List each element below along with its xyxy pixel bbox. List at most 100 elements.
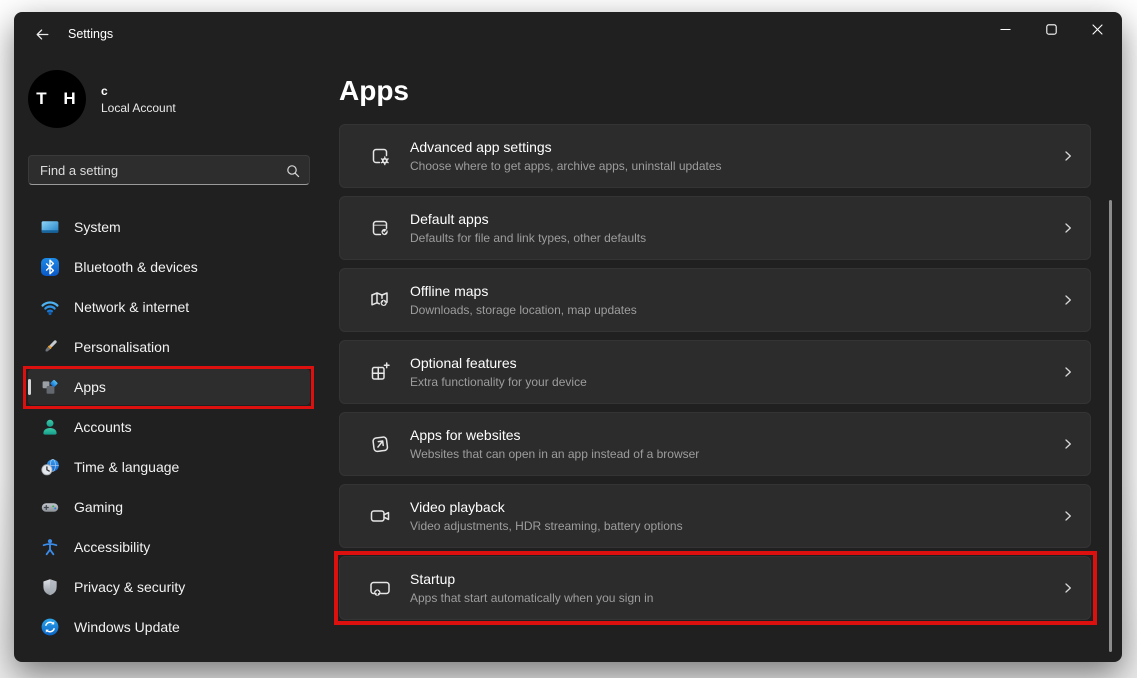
- sidebar: T H c Local Account System: [14, 56, 339, 662]
- offline-maps-icon: [368, 288, 392, 312]
- video-playback-icon: [368, 504, 392, 528]
- settings-card-list: Advanced app settings Choose where to ge…: [339, 124, 1091, 620]
- chevron-right-icon: [1062, 582, 1074, 594]
- card-description: Downloads, storage location, map updates: [410, 303, 637, 317]
- sidebar-item-label: Network & internet: [74, 299, 190, 315]
- page-title: Apps: [339, 75, 409, 106]
- card-offline-maps[interactable]: Offline maps Downloads, storage location…: [339, 268, 1091, 332]
- user-meta: c Local Account: [101, 84, 176, 115]
- card-description: Defaults for file and link types, other …: [410, 231, 647, 245]
- avatar: T H: [28, 70, 86, 128]
- sidebar-item-windows-update[interactable]: Windows Update: [28, 609, 310, 645]
- default-apps-icon: [368, 216, 392, 240]
- titlebar: Settings: [14, 12, 1122, 56]
- close-button[interactable]: [1074, 12, 1120, 46]
- time-language-icon: [40, 457, 60, 477]
- network-internet-icon: [40, 297, 60, 317]
- selected-indicator: [28, 379, 31, 395]
- card-description: Video adjustments, HDR streaming, batter…: [410, 519, 683, 533]
- search-box: [28, 155, 310, 185]
- sidebar-item-system[interactable]: System: [28, 209, 310, 245]
- window-content: T H c Local Account System: [14, 56, 1122, 662]
- sidebar-item-network-internet[interactable]: Network & internet: [28, 289, 310, 325]
- sidebar-item-label: Accessibility: [74, 539, 151, 555]
- close-icon: [1091, 23, 1103, 35]
- card-text: Offline maps Downloads, storage location…: [410, 283, 1044, 317]
- main-panel: Apps Advanced app settings Choose where …: [339, 56, 1122, 662]
- user-profile[interactable]: T H c Local Account: [28, 70, 310, 128]
- minimize-button[interactable]: [982, 12, 1028, 46]
- sidebar-item-label: System: [74, 219, 121, 235]
- card-description: Choose where to get apps, archive apps, …: [410, 159, 722, 173]
- sidebar-item-label: Bluetooth & devices: [74, 259, 198, 275]
- card-apps-for-websites[interactable]: Apps for websites Websites that can open…: [339, 412, 1091, 476]
- privacy-security-icon: [40, 577, 60, 597]
- search-icon: [286, 164, 300, 183]
- sidebar-item-apps[interactable]: Apps: [28, 369, 310, 405]
- window-controls: [982, 12, 1120, 46]
- windows-update-icon: [40, 617, 60, 637]
- card-description: Extra functionality for your device: [410, 375, 587, 389]
- maximize-button[interactable]: [1028, 12, 1074, 46]
- bluetooth-icon: [40, 257, 60, 277]
- startup-icon: [368, 576, 392, 600]
- sidebar-item-accounts[interactable]: Accounts: [28, 409, 310, 445]
- back-button[interactable]: [24, 19, 60, 49]
- sidebar-item-gaming[interactable]: Gaming: [28, 489, 310, 525]
- card-text: Video playback Video adjustments, HDR st…: [410, 499, 1044, 533]
- gaming-icon: [40, 497, 60, 517]
- card-text: Apps for websites Websites that can open…: [410, 427, 1044, 461]
- card-description: Apps that start automatically when you s…: [410, 591, 654, 605]
- card-title: Startup: [410, 571, 456, 587]
- card-optional-features[interactable]: Optional features Extra functionality fo…: [339, 340, 1091, 404]
- sidebar-item-time-language[interactable]: Time & language: [28, 449, 310, 485]
- sidebar-item-label: Windows Update: [74, 619, 180, 635]
- card-text: Default apps Defaults for file and link …: [410, 211, 1044, 245]
- card-startup[interactable]: Startup Apps that start automatically wh…: [339, 556, 1091, 620]
- accounts-icon: [40, 417, 60, 437]
- chevron-right-icon: [1062, 510, 1074, 522]
- card-video-playback[interactable]: Video playback Video adjustments, HDR st…: [339, 484, 1091, 548]
- sidebar-item-label: Accounts: [74, 419, 132, 435]
- search-input[interactable]: [29, 156, 309, 184]
- sidebar-item-privacy-security[interactable]: Privacy & security: [28, 569, 310, 605]
- system-icon: [40, 217, 60, 237]
- sidebar-item-personalisation[interactable]: Personalisation: [28, 329, 310, 365]
- sidebar-item-bluetooth-devices[interactable]: Bluetooth & devices: [28, 249, 310, 285]
- scrollbar[interactable]: [1109, 200, 1112, 652]
- card-title: Advanced app settings: [410, 139, 552, 155]
- chevron-right-icon: [1062, 150, 1074, 162]
- sidebar-nav: System Bluetooth & devices Network & int…: [28, 209, 339, 645]
- card-title: Apps for websites: [410, 427, 521, 443]
- back-arrow-icon: [36, 28, 48, 40]
- chevron-right-icon: [1062, 294, 1074, 306]
- personalisation-icon: [40, 337, 60, 357]
- card-title: Offline maps: [410, 283, 489, 299]
- card-title: Video playback: [410, 499, 505, 515]
- sidebar-item-label: Personalisation: [74, 339, 170, 355]
- user-account-type: Local Account: [101, 100, 176, 115]
- advanced-app-settings-icon: [368, 144, 392, 168]
- card-text: Advanced app settings Choose where to ge…: [410, 139, 1044, 173]
- apps-for-websites-icon: [368, 432, 392, 456]
- maximize-icon: [1045, 23, 1057, 35]
- card-text: Startup Apps that start automatically wh…: [410, 571, 1044, 605]
- chevron-right-icon: [1062, 366, 1074, 378]
- window-title: Settings: [68, 27, 114, 41]
- chevron-right-icon: [1062, 438, 1074, 450]
- settings-window: Settings T H c Local Account Find a sett…: [14, 12, 1122, 662]
- sidebar-item-label: Privacy & security: [74, 579, 186, 595]
- card-advanced-app-settings[interactable]: Advanced app settings Choose where to ge…: [339, 124, 1091, 188]
- chevron-right-icon: [1062, 222, 1074, 234]
- sidebar-item-accessibility[interactable]: Accessibility: [28, 529, 310, 565]
- sidebar-item-label: Apps: [74, 379, 106, 395]
- minimize-icon: [1000, 28, 1010, 30]
- card-title: Optional features: [410, 355, 517, 371]
- sidebar-item-label: Time & language: [74, 459, 180, 475]
- user-name: c: [101, 83, 108, 98]
- card-description: Websites that can open in an app instead…: [410, 447, 700, 461]
- card-text: Optional features Extra functionality fo…: [410, 355, 1044, 389]
- apps-icon: [40, 377, 60, 397]
- card-default-apps[interactable]: Default apps Defaults for file and link …: [339, 196, 1091, 260]
- card-title: Default apps: [410, 211, 489, 227]
